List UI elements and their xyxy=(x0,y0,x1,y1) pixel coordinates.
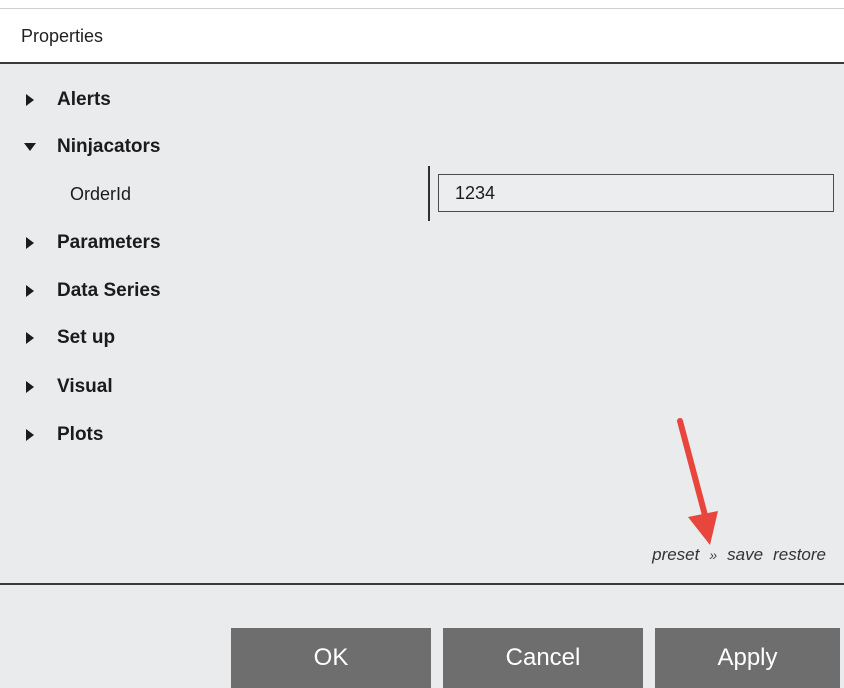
orderid-input[interactable] xyxy=(438,174,834,212)
ok-button[interactable]: OK xyxy=(231,628,431,688)
preset-save-link[interactable]: save xyxy=(727,545,763,565)
section-visual[interactable]: Visual xyxy=(0,373,844,401)
section-label: Ninjacators xyxy=(57,136,161,157)
cancel-button[interactable]: Cancel xyxy=(443,628,643,688)
column-divider[interactable] xyxy=(428,166,430,221)
caret-right-icon[interactable] xyxy=(23,330,37,346)
caret-right-icon[interactable] xyxy=(23,92,37,108)
properties-dialog: Properties Alerts Ninjacators OrderId Pa… xyxy=(0,0,844,688)
section-alerts[interactable]: Alerts xyxy=(0,86,844,114)
section-data-series[interactable]: Data Series xyxy=(0,277,844,305)
section-set-up[interactable]: Set up xyxy=(0,324,844,352)
preset-restore-link[interactable]: restore xyxy=(773,545,826,565)
section-label: Data Series xyxy=(57,280,161,301)
apply-button[interactable]: Apply xyxy=(655,628,840,688)
preset-separator: » xyxy=(709,547,718,563)
preset-bar: preset » save restore xyxy=(652,545,826,565)
section-label: Alerts xyxy=(57,89,111,110)
caret-down-icon[interactable] xyxy=(23,139,37,155)
section-label: Visual xyxy=(57,376,113,397)
section-label: Parameters xyxy=(57,232,161,253)
property-label: OrderId xyxy=(70,183,132,204)
section-label: Plots xyxy=(57,424,104,445)
section-parameters[interactable]: Parameters xyxy=(0,229,844,257)
section-label: Set up xyxy=(57,327,116,348)
caret-right-icon[interactable] xyxy=(23,379,37,395)
dialog-title: Properties xyxy=(21,26,104,46)
preset-label: preset xyxy=(652,545,700,564)
caret-right-icon[interactable] xyxy=(23,235,37,251)
red-arrow-annotation-icon xyxy=(677,418,718,545)
dialog-header: Properties xyxy=(0,8,844,64)
caret-right-icon[interactable] xyxy=(23,283,37,299)
section-ninjacators[interactable]: Ninjacators xyxy=(0,133,844,161)
caret-right-icon[interactable] xyxy=(23,427,37,443)
